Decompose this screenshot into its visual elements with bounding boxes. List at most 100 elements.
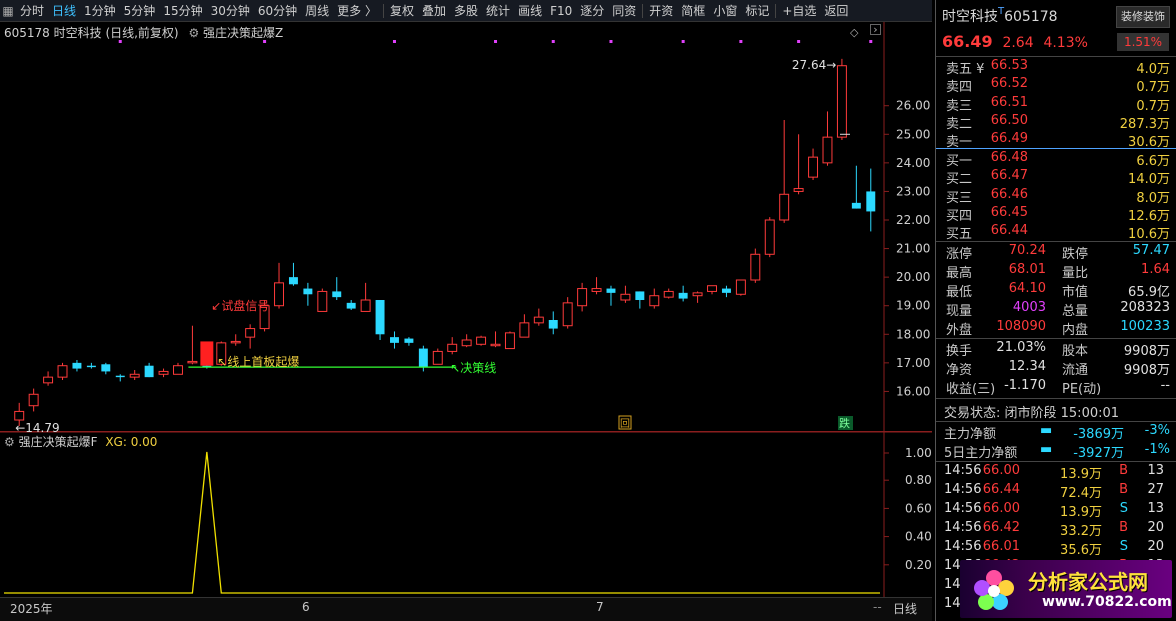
- stat-label: 内盘: [1062, 323, 1089, 338]
- last-price: 66.49: [942, 32, 993, 51]
- toolbar-item-15[interactable]: 逐分: [576, 0, 608, 22]
- toolbar-item-16[interactable]: 同资: [608, 0, 640, 22]
- sector-pct-badge[interactable]: 1.51%: [1117, 33, 1169, 51]
- candle-body: [28, 393, 39, 407]
- kline-chart-panel[interactable]: 605178 时空科技 (日线,前复权) ⚙ 强庄决策起爆Z › 26.00 25…: [0, 22, 932, 432]
- toolbar-item-7[interactable]: 周线: [301, 0, 333, 22]
- toolbar-item-21[interactable]: +自选: [778, 0, 820, 22]
- tick-count: 20: [1147, 520, 1164, 535]
- stat-row: 换手 21.03% 股本 9908万: [936, 340, 1176, 359]
- toolbar-item-8[interactable]: 更多 〉: [333, 0, 381, 22]
- candle-body: [144, 365, 154, 378]
- candle-body: [735, 279, 746, 295]
- y-tick-label: 26.00: [896, 99, 930, 113]
- bid-row: 买二 66.47 14.0万: [936, 168, 1176, 187]
- bid-volume: 8.0万: [1136, 190, 1170, 206]
- toolbar-item-5[interactable]: 30分钟: [207, 0, 254, 22]
- toolbar-item-22[interactable]: 返回: [820, 0, 852, 22]
- sector-button[interactable]: 装修装饰: [1116, 6, 1170, 28]
- toolbar-item-11[interactable]: 多股: [450, 0, 482, 22]
- candle-body: [418, 348, 428, 368]
- stat-row: 收益(三) -1.170 PE(动) --: [936, 378, 1176, 397]
- bid-price: 66.48: [990, 150, 1028, 165]
- toolbar-separator: [383, 3, 384, 18]
- tick-time: 14:56: [944, 463, 982, 478]
- toolbar-item-2[interactable]: 1分钟: [80, 0, 120, 22]
- toolbar-item-9[interactable]: 复权: [386, 0, 418, 22]
- toolbar-item-10[interactable]: 叠加: [418, 0, 450, 22]
- box-marker-text: 回: [620, 418, 630, 430]
- candle-body: [332, 291, 342, 298]
- stat-value: 1.64: [1141, 262, 1170, 277]
- toolbar-item-1[interactable]: 日线: [48, 0, 80, 22]
- toolbar-item-14[interactable]: F10: [546, 0, 576, 22]
- stat-value: 57.47: [1132, 243, 1170, 258]
- flow-row: 5日主力净额 ▬ -3927万 -1%: [936, 442, 1176, 461]
- stat-row: 外盘 108090 内盘 100233: [936, 319, 1176, 338]
- tab-daily[interactable]: 日线: [893, 600, 917, 617]
- stock-title: 时空科技T605178: [942, 6, 1058, 26]
- price-line: 66.49 2.64 4.13%: [942, 32, 1088, 51]
- signal-dot: [263, 40, 267, 43]
- flow-pct: -3%: [1144, 423, 1170, 438]
- tick-count: 13: [1147, 463, 1164, 478]
- candle-body: [274, 282, 284, 307]
- candle-body: [390, 337, 399, 343]
- tick-volume: 13.9万: [1060, 505, 1102, 520]
- signal-dot: [739, 40, 743, 43]
- bid-row: 买四 66.45 12.6万: [936, 205, 1176, 224]
- candle-body: [230, 340, 241, 344]
- divider: [936, 338, 1176, 339]
- candle-body: [115, 375, 125, 378]
- toolbar-item-19[interactable]: 小窗: [709, 0, 741, 22]
- toolbar-item-4[interactable]: 15分钟: [159, 0, 206, 22]
- stat-value: -1.170: [1004, 378, 1046, 393]
- toolbar-item-18[interactable]: 简框: [677, 0, 709, 22]
- candle-body: [490, 343, 501, 347]
- tick-time: 14:56: [944, 520, 982, 535]
- signal-dot: [551, 40, 555, 43]
- low-price-label: ←14.79: [15, 421, 59, 432]
- tick-side: S: [1119, 539, 1128, 554]
- first-board-candle: [200, 341, 214, 366]
- toolbar-item-13[interactable]: 画线: [514, 0, 546, 22]
- grid-icon[interactable]: ▦: [0, 0, 16, 22]
- ind-tick-label: 1.00: [905, 446, 932, 460]
- candle-body: [375, 300, 385, 335]
- tick-price: 66.42: [982, 520, 1020, 535]
- toolbar-item-0[interactable]: 分时: [16, 0, 48, 22]
- ask-row: 卖一 66.49 30.6万: [936, 131, 1176, 150]
- ind-tick-label: 0.40: [905, 530, 932, 544]
- toolbar-item-17[interactable]: 开资: [645, 0, 677, 22]
- stat-row: 涨停 70.24 跌停 57.47: [936, 243, 1176, 262]
- stat-value: 68.01: [1008, 262, 1046, 277]
- stat-label: 市值: [1062, 285, 1089, 300]
- toolbar-item-20[interactable]: 标记: [741, 0, 773, 22]
- stock-code: 605178: [1004, 9, 1058, 25]
- ask-label: 卖三: [946, 98, 973, 114]
- price-change: 2.64: [1002, 35, 1034, 51]
- price-change-pct: 4.13%: [1043, 35, 1088, 51]
- scroll-minus[interactable]: --: [873, 600, 882, 614]
- bid-price: 66.46: [990, 186, 1028, 202]
- toolbar-item-6[interactable]: 60分钟: [254, 0, 301, 22]
- tick-side: B: [1119, 482, 1128, 497]
- stat-label: 涨停: [946, 247, 973, 262]
- indicator-panel[interactable]: ⚙ 强庄决策起爆F XG: 0.00 1.00 0.80 0.60 0.40 0.20: [0, 432, 932, 597]
- bid-label: 买四: [946, 208, 973, 224]
- stat-label: 外盘: [946, 323, 973, 338]
- tick-time: 14:56: [944, 482, 982, 497]
- candle-body: [72, 362, 82, 369]
- candle-body: [692, 292, 703, 297]
- y-tick-label: 16.00: [896, 384, 930, 398]
- toolbar-item-3[interactable]: 5分钟: [120, 0, 160, 22]
- candle-body: [548, 320, 558, 329]
- stat-value: 100233: [1120, 319, 1170, 334]
- stat-value: 9908万: [1123, 344, 1170, 359]
- toolbar-item-12[interactable]: 统计: [482, 0, 514, 22]
- ask-volume: 0.7万: [1136, 98, 1170, 114]
- tick-count: 20: [1147, 539, 1164, 554]
- trade-state: 交易状态: 闭市阶段 15:00:01: [944, 406, 1120, 421]
- y-tick-label: 20.00: [896, 270, 930, 284]
- candle-body: [533, 316, 544, 324]
